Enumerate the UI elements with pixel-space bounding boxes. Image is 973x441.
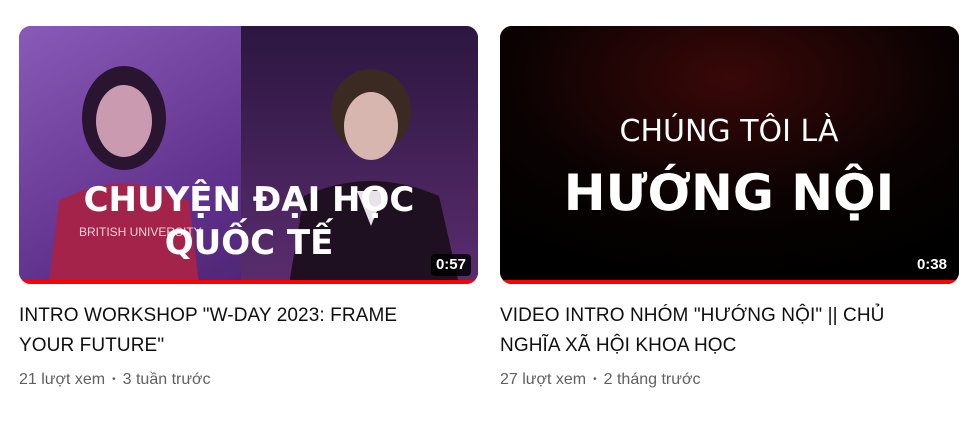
video-title[interactable]: INTRO WORKSHOP "W-DAY 2023: FRAME YOUR F…	[19, 301, 439, 361]
duration-badge: 0:38	[911, 254, 952, 276]
video-thumbnail[interactable]: BRITISH UNIVERSITY CHUYỆN ĐẠI HỌC QUỐC T…	[19, 26, 478, 284]
video-metadata: 27 lượt xem • 2 tháng trước	[500, 369, 959, 391]
video-card[interactable]: CHÚNG TÔI LÀ HƯỚNG NỘI 0:38 VIDEO INTRO …	[500, 26, 959, 391]
separator-dot: •	[112, 374, 116, 385]
thumbnail-headline-1: CHÚNG TÔI LÀ	[620, 112, 839, 149]
duration-badge: 0:57	[430, 254, 471, 276]
thumbnail-headline-1: CHUYỆN ĐẠI HỌC	[84, 179, 415, 220]
video-thumbnail[interactable]: CHÚNG TÔI LÀ HƯỚNG NỘI 0:38	[500, 26, 959, 284]
thumbnail-image: CHÚNG TÔI LÀ HƯỚNG NỘI	[500, 26, 959, 284]
upload-age: 2 tháng trước	[603, 371, 701, 388]
separator-dot: •	[593, 374, 597, 385]
watch-progress-bar	[500, 280, 959, 284]
thumbnail-headline-2: QUỐC TẾ	[165, 218, 334, 263]
video-metadata: 21 lượt xem • 3 tuần trước	[19, 369, 478, 391]
thumbnail-image: BRITISH UNIVERSITY CHUYỆN ĐẠI HỌC QUỐC T…	[19, 26, 478, 284]
view-count: 27 lượt xem	[500, 371, 587, 388]
view-count: 21 lượt xem	[19, 371, 106, 388]
thumbnail-headline-2: HƯỚNG NỘI	[564, 163, 895, 222]
upload-age: 3 tuần trước	[122, 371, 211, 388]
video-card[interactable]: BRITISH UNIVERSITY CHUYỆN ĐẠI HỌC QUỐC T…	[19, 26, 478, 391]
watch-progress-bar	[19, 280, 478, 284]
video-title[interactable]: VIDEO INTRO NHÓM "HƯỚNG NỘI" || CHỦ NGHĨ…	[500, 301, 920, 361]
